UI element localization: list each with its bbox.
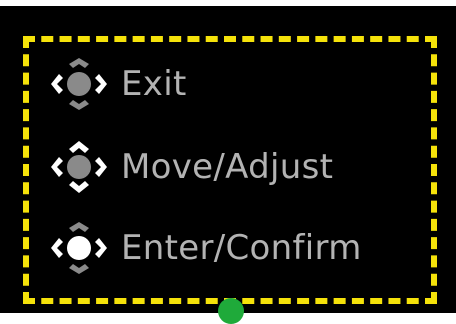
joystick-left-right-icon bbox=[45, 56, 113, 112]
legend-item-enter-confirm: Enter/Confirm bbox=[45, 220, 362, 276]
legend-label-move-adjust: Move/Adjust bbox=[121, 147, 334, 187]
power-indicator-led bbox=[218, 298, 244, 324]
legend-label-exit: Exit bbox=[121, 64, 187, 104]
legend-item-exit: Exit bbox=[45, 56, 187, 112]
osd-key-guide-panel: Exit Move/Adjust Enter/Confirm bbox=[0, 6, 456, 313]
legend-item-move-adjust: Move/Adjust bbox=[45, 139, 333, 195]
legend-label-enter-confirm: Enter/Confirm bbox=[121, 228, 362, 268]
joystick-press-icon bbox=[45, 220, 113, 276]
joystick-all-directions-icon bbox=[45, 139, 113, 195]
